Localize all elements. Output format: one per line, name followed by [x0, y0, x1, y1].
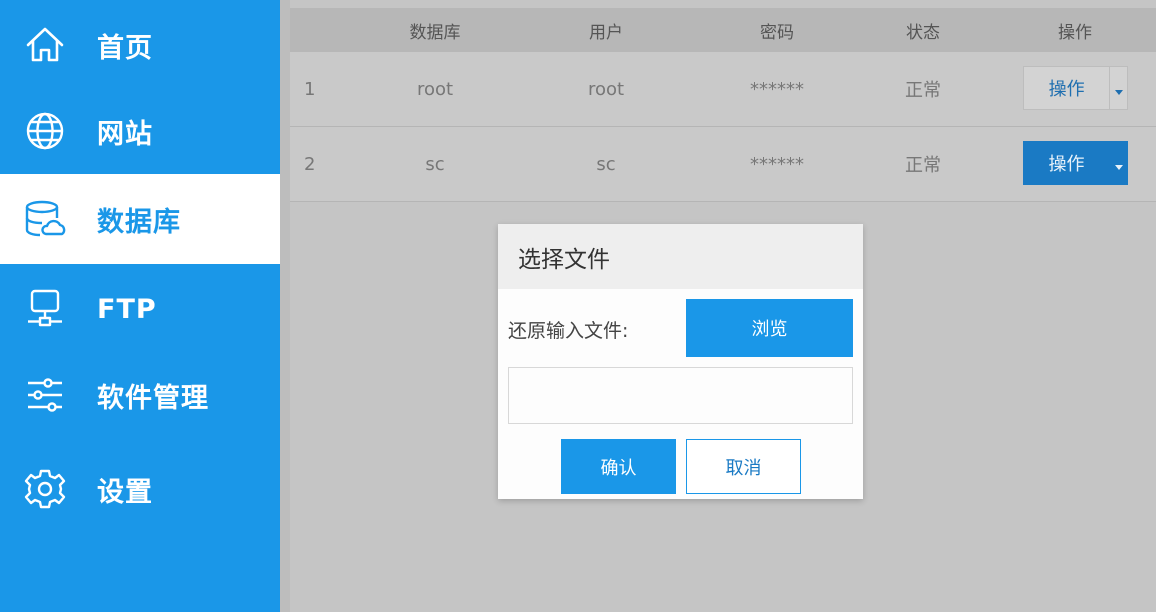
sidebar-item-label: 设置: [97, 476, 153, 508]
sidebar-item-software[interactable]: 软件管理: [0, 350, 280, 440]
action-dropdown-button[interactable]: 操作: [1023, 66, 1128, 110]
row-database: root: [416, 78, 454, 100]
sidebar: 首页 网站 数据库 FTP 软件管理 设置: [0, 0, 280, 612]
row-index: 1: [304, 78, 316, 100]
table-row: 2 sc sc ****** 正常 操作: [290, 127, 1156, 202]
header-status: 状态: [906, 22, 940, 43]
row-database: sc: [425, 153, 445, 175]
row-password: ******: [750, 153, 804, 175]
database-icon: [24, 198, 66, 240]
sidebar-item-database[interactable]: 数据库: [0, 174, 280, 264]
dialog-title: 选择文件: [498, 224, 863, 289]
header-database: 数据库: [409, 22, 461, 43]
caret-down-icon: [1115, 164, 1123, 170]
sidebar-item-ftp[interactable]: FTP: [0, 264, 280, 354]
database-table: 数据库 用户 密码 状态 操作 1 root root ****** 正常 操作…: [290, 8, 1156, 202]
sidebar-item-label: 软件管理: [97, 382, 209, 414]
action-dropdown-button[interactable]: 操作: [1023, 141, 1128, 185]
file-path-box[interactable]: [508, 367, 853, 424]
row-index: 2: [304, 153, 316, 175]
sidebar-item-label: 数据库: [97, 206, 181, 238]
table-header: 数据库 用户 密码 状态 操作: [290, 8, 1156, 52]
sidebar-item-label: 首页: [97, 32, 153, 64]
sidebar-item-label: 网站: [97, 118, 153, 150]
action-caret[interactable]: [1110, 141, 1128, 185]
caret-down-icon: [1114, 89, 1123, 95]
home-icon: [24, 24, 66, 66]
action-button-label: 操作: [1048, 154, 1085, 175]
row-password: ******: [750, 78, 804, 100]
browse-button[interactable]: 浏览: [686, 299, 853, 357]
confirm-button[interactable]: 确认: [561, 439, 676, 494]
sliders-icon: [24, 374, 66, 416]
action-caret[interactable]: [1109, 67, 1127, 109]
gear-icon: [24, 468, 66, 510]
row-status: 正常: [905, 155, 941, 176]
row-user: root: [587, 78, 625, 100]
header-action: 操作: [1058, 22, 1092, 43]
table-row: 1 root root ****** 正常 操作: [290, 52, 1156, 127]
ftp-icon: [24, 288, 66, 330]
sidebar-item-label: FTP: [97, 293, 157, 325]
sidebar-item-website[interactable]: 网站: [0, 86, 280, 176]
app-root: 首页 网站 数据库 FTP 软件管理 设置 数据库 用户 密码 状态 操作 1 …: [0, 0, 1156, 612]
row-status: 正常: [905, 80, 941, 101]
action-button-label: 操作: [1048, 79, 1085, 100]
cancel-button[interactable]: 取消: [686, 439, 801, 494]
sidebar-item-home[interactable]: 首页: [0, 0, 280, 90]
globe-icon: [24, 110, 66, 152]
header-password: 密码: [760, 22, 794, 43]
row-user: sc: [596, 153, 616, 175]
restore-file-label: 还原输入文件:: [508, 320, 629, 342]
scroll-strip: [280, 0, 290, 612]
header-user: 用户: [589, 22, 623, 43]
select-file-dialog: 选择文件 还原输入文件: 浏览 确认 取消: [498, 224, 863, 499]
sidebar-item-settings[interactable]: 设置: [0, 444, 280, 534]
